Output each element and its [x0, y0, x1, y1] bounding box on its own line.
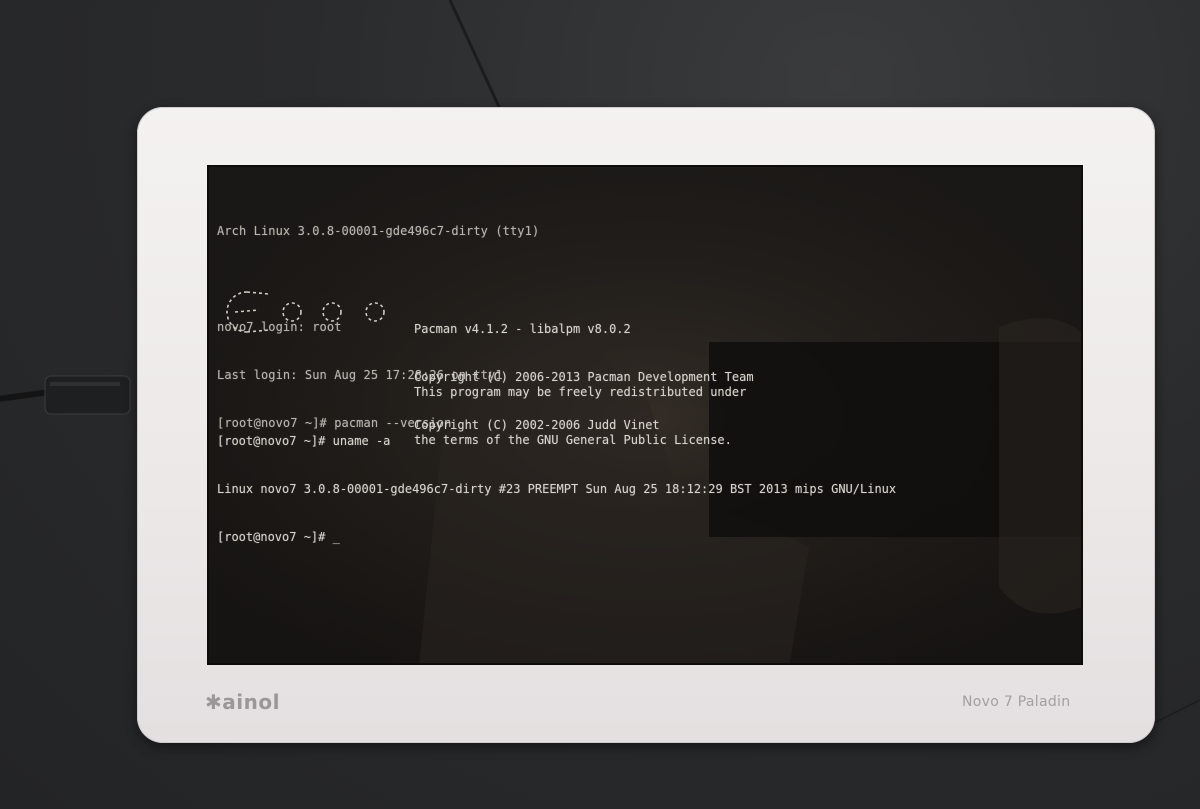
pacman-ascii-art: [226, 291, 385, 333]
license-line-1: This program may be freely redistributed…: [414, 385, 747, 399]
usb-cable: [0, 375, 131, 415]
photo-scene: Arch Linux 3.0.8-00001-gde496c7-dirty (t…: [0, 0, 1200, 809]
model-name: Novo 7 Paladin: [962, 694, 1071, 710]
terminal-header: Arch Linux 3.0.8-00001-gde496c7-dirty (t…: [217, 224, 540, 238]
command-uname: [root@novo7 ~]# uname -a: [217, 434, 391, 448]
brand-name: ainol: [222, 690, 280, 714]
terminal-bottom: [root@novo7 ~]# uname -a Linux novo7 3.0…: [217, 401, 896, 577]
tablet-screen: Arch Linux 3.0.8-00001-gde496c7-dirty (t…: [207, 165, 1083, 665]
command-prompt: [root@novo7 ~]# _: [217, 530, 340, 544]
brand-logo: ✱ainol: [205, 690, 280, 714]
uname-output: Linux novo7 3.0.8-00001-gde496c7-dirty #…: [217, 482, 897, 496]
pacman-version-line: Pacman v4.1.2 - libalpm v8.0.2: [414, 322, 631, 336]
